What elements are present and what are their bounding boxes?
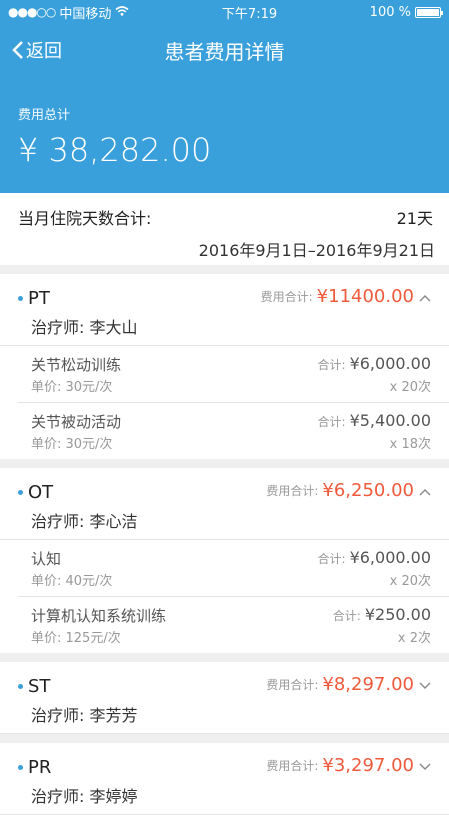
section-name-text: ST	[28, 676, 51, 697]
section-header[interactable]: ST 治疗师: 李芳芳 费用合计: ¥8,297.00	[0, 662, 449, 734]
bullet-icon	[18, 684, 23, 689]
item-subtotal-amount: ¥5,400.00	[349, 411, 431, 430]
item-name: 关节松动训练	[31, 356, 122, 374]
status-time: 下午7:19	[221, 6, 278, 22]
chevron-left-icon	[12, 41, 23, 59]
stay-label: 当月住院天数合计:	[18, 209, 152, 228]
section-total-label: 费用合计:	[260, 290, 313, 304]
fee-item: 认知 单价: 40元/次 合计: ¥6,000.00 x 20次	[18, 540, 449, 597]
item-quantity: x 2次	[397, 631, 431, 646]
fee-section-pr: PR 治疗师: 李婷婷 费用合计: ¥3,297.00	[0, 743, 449, 815]
battery-icon	[414, 6, 443, 18]
stay-days: 21天	[396, 209, 433, 228]
bullet-icon	[18, 296, 23, 301]
chevron-up-icon[interactable]	[419, 481, 431, 500]
carrier-label: 中国移动	[59, 6, 112, 22]
therapist-label: 治疗师: 李芳芳	[31, 706, 138, 725]
item-unit-price: 单价: 125元/次	[31, 631, 121, 646]
fee-section-st: ST 治疗师: 李芳芳 费用合计: ¥8,297.00	[0, 662, 449, 734]
item-subtotal-amount: ¥250.00	[364, 605, 431, 624]
bullet-icon	[18, 765, 23, 770]
item-subtotal: 合计: ¥5,400.00	[318, 411, 431, 430]
fee-item: 关节被动活动 单价: 30元/次 合计: ¥5,400.00 x 18次	[18, 403, 449, 459]
section-total-label: 费用合计:	[266, 759, 319, 773]
status-bar: ●●●○○ 中国移动 下午7:19 100 %	[0, 0, 449, 24]
section-total-label: 费用合计:	[266, 678, 319, 692]
section-header[interactable]: OT 治疗师: 李心洁 费用合计: ¥6,250.00	[0, 468, 449, 540]
fee-sections: PT 治疗师: 李大山 费用合计: ¥11400.00 关节松动训练 单价: 3…	[0, 274, 449, 815]
section-total: 费用合计: ¥6,250.00	[266, 480, 431, 501]
chevron-down-icon[interactable]	[419, 756, 431, 775]
section-total: 费用合计: ¥3,297.00	[266, 755, 431, 776]
section-name-text: PR	[28, 757, 52, 778]
section-name-text: PT	[28, 288, 50, 309]
back-button[interactable]: 返回	[12, 37, 62, 63]
item-subtotal-label: 合计:	[317, 552, 346, 566]
item-subtotal-label: 合计:	[332, 609, 361, 623]
section-total: 费用合计: ¥8,297.00	[266, 674, 431, 695]
fee-section-ot: OT 治疗师: 李心洁 费用合计: ¥6,250.00 认知 单价: 40元/次…	[0, 468, 449, 653]
section-header[interactable]: PR 治疗师: 李婷婷 费用合计: ¥3,297.00	[0, 743, 449, 815]
section-total-label: 费用合计:	[266, 484, 319, 498]
fee-item: 关节松动训练 单价: 30元/次 合计: ¥6,000.00 x 20次	[18, 346, 449, 403]
wifi-icon	[115, 5, 129, 20]
back-label: 返回	[26, 41, 62, 62]
section-name: PR	[18, 757, 51, 778]
therapist-label: 治疗师: 李大山	[31, 318, 138, 337]
item-unit-price: 单价: 40元/次	[31, 574, 113, 589]
item-unit-price: 单价: 30元/次	[31, 437, 113, 452]
nav-bar: 返回 患者费用详情	[0, 24, 449, 76]
signal-icon: ●●●○○	[8, 5, 56, 19]
section-name-text: OT	[28, 482, 54, 503]
total-label: 费用总计	[18, 108, 71, 123]
chevron-up-icon[interactable]	[419, 287, 431, 306]
section-total-amount: ¥6,250.00	[322, 480, 414, 501]
item-subtotal-label: 合计:	[317, 415, 346, 429]
stay-summary: 当月住院天数合计: 21天 2016年9月1日–2016年9月21日	[0, 193, 449, 265]
section-total: 费用合计: ¥11400.00	[261, 286, 431, 307]
total-amount: ¥ 38,282.00	[18, 131, 212, 169]
item-name: 计算机认知系统训练	[31, 607, 167, 625]
battery-percent: 100 %	[369, 4, 411, 20]
item-name: 关节被动活动	[31, 413, 122, 431]
item-subtotal: 合计: ¥6,000.00	[318, 548, 431, 567]
therapist-label: 治疗师: 李心洁	[31, 512, 138, 531]
item-quantity: x 20次	[389, 380, 431, 395]
item-unit-price: 单价: 30元/次	[31, 380, 113, 395]
item-subtotal: 合计: ¥250.00	[333, 605, 431, 624]
section-header[interactable]: PT 治疗师: 李大山 费用合计: ¥11400.00	[0, 274, 449, 346]
item-subtotal-label: 合计:	[317, 358, 346, 372]
section-name: OT	[18, 482, 53, 503]
item-quantity: x 20次	[389, 574, 431, 589]
section-total-amount: ¥8,297.00	[322, 674, 414, 695]
item-subtotal-amount: ¥6,000.00	[349, 354, 431, 373]
item-quantity: x 18次	[389, 437, 431, 452]
item-name: 认知	[31, 550, 62, 568]
therapist-label: 治疗师: 李婷婷	[31, 787, 138, 806]
section-name: ST	[18, 676, 50, 697]
header: ●●●○○ 中国移动 下午7:19 100 % 返回 患者费用详情 费用总计 ¥…	[0, 0, 449, 193]
page-title: 患者费用详情	[164, 39, 285, 64]
stay-range: 2016年9月1日–2016年9月21日	[198, 241, 435, 260]
section-total-amount: ¥3,297.00	[322, 755, 414, 776]
section-total-amount: ¥11400.00	[316, 286, 414, 307]
chevron-down-icon[interactable]	[419, 675, 431, 694]
bullet-icon	[18, 490, 23, 495]
section-name: PT	[18, 288, 50, 309]
fee-item: 计算机认知系统训练 单价: 125元/次 合计: ¥250.00 x 2次	[18, 597, 449, 653]
item-subtotal: 合计: ¥6,000.00	[318, 354, 431, 373]
fee-section-pt: PT 治疗师: 李大山 费用合计: ¥11400.00 关节松动训练 单价: 3…	[0, 274, 449, 459]
item-subtotal-amount: ¥6,000.00	[349, 548, 431, 567]
